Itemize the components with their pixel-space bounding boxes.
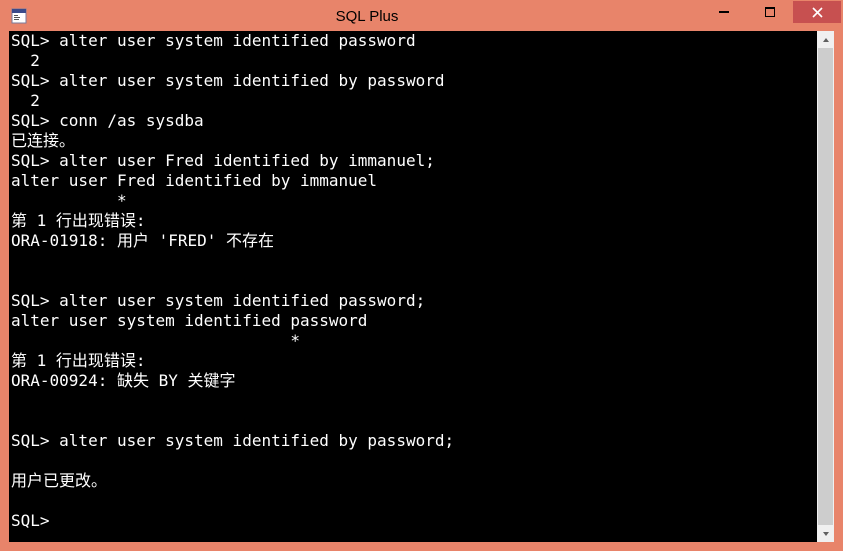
terminal-viewport[interactable]: SQL> alter user system identified passwo… bbox=[9, 31, 817, 542]
terminal-line: 2 bbox=[11, 51, 815, 71]
terminal-line: * bbox=[11, 191, 815, 211]
terminal-line: SQL> alter user system identified passwo… bbox=[11, 291, 815, 311]
close-button[interactable] bbox=[793, 1, 841, 23]
terminal-line: SQL> conn /as sysdba bbox=[11, 111, 815, 131]
terminal-line: 2 bbox=[11, 91, 815, 111]
terminal-line: alter user system identified password bbox=[11, 311, 815, 331]
scroll-thumb[interactable] bbox=[818, 48, 833, 525]
window-controls bbox=[701, 1, 842, 25]
terminal-line: alter user Fred identified by immanuel bbox=[11, 171, 815, 191]
terminal-line: 已连接。 bbox=[11, 131, 815, 151]
vertical-scrollbar[interactable] bbox=[817, 31, 834, 542]
app-icon bbox=[5, 1, 33, 31]
terminal-line: 第 1 行出现错误: bbox=[11, 211, 815, 231]
scroll-track[interactable] bbox=[817, 48, 834, 525]
terminal-line: 用户已更改。 bbox=[11, 471, 815, 491]
window-frame: SQL Plus SQL> alter user system identifi… bbox=[0, 0, 843, 551]
terminal-line: SQL> bbox=[11, 511, 815, 531]
client-area: SQL> alter user system identified passwo… bbox=[9, 31, 834, 542]
terminal-line: SQL> alter user system identified passwo… bbox=[11, 31, 815, 51]
titlebar[interactable]: SQL Plus bbox=[1, 1, 842, 31]
terminal-line bbox=[11, 271, 815, 291]
window-title: SQL Plus bbox=[33, 8, 701, 25]
terminal-line bbox=[11, 451, 815, 471]
terminal-line: SQL> alter user system identified by pas… bbox=[11, 431, 815, 451]
scroll-up-button[interactable] bbox=[817, 31, 834, 48]
scroll-down-button[interactable] bbox=[817, 525, 834, 542]
maximize-button[interactable] bbox=[747, 1, 793, 23]
terminal-line: * bbox=[11, 331, 815, 351]
terminal-line bbox=[11, 391, 815, 411]
terminal-line: SQL> alter user Fred identified by imman… bbox=[11, 151, 815, 171]
terminal-line: ORA-01918: 用户 'FRED' 不存在 bbox=[11, 231, 815, 251]
terminal-line bbox=[11, 251, 815, 271]
minimize-button[interactable] bbox=[701, 1, 747, 23]
terminal-line: 第 1 行出现错误: bbox=[11, 351, 815, 371]
terminal-line: ORA-00924: 缺失 BY 关键字 bbox=[11, 371, 815, 391]
terminal-line bbox=[11, 491, 815, 511]
terminal-line bbox=[11, 411, 815, 431]
terminal-line: SQL> alter user system identified by pas… bbox=[11, 71, 815, 91]
terminal-output: SQL> alter user system identified passwo… bbox=[9, 31, 817, 531]
